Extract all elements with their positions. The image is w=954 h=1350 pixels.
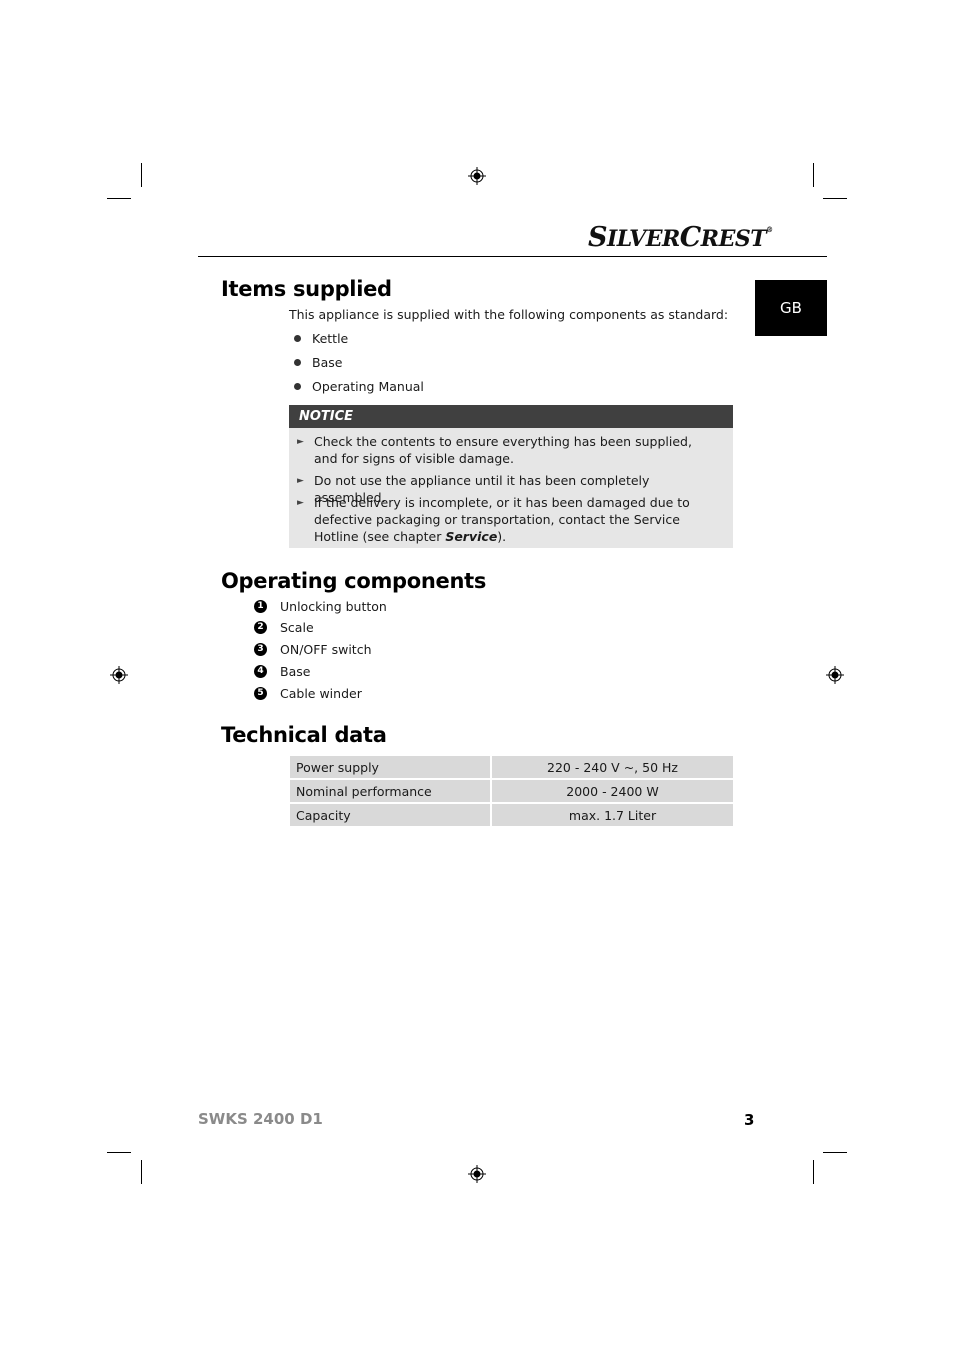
component-label: Base: [280, 664, 311, 679]
page-number: 3: [744, 1111, 755, 1129]
bullet-icon: [294, 335, 301, 342]
notice-point-tail: ).: [497, 529, 507, 544]
triangle-right-icon: ►: [297, 498, 304, 508]
number-badge-icon: 2: [254, 621, 267, 634]
language-tab: GB: [755, 280, 827, 336]
spec-key: Capacity: [290, 804, 492, 828]
notice-point: Check the contents to ensure everything …: [314, 434, 692, 466]
crop-mark: [823, 198, 847, 199]
list-item: Kettle: [312, 331, 349, 346]
list-item: Operating Manual: [312, 379, 424, 394]
notice-title: NOTICE: [289, 405, 733, 428]
number-badge-icon: 4: [254, 665, 267, 678]
crop-mark: [823, 1152, 847, 1153]
section-title-items-supplied: Items supplied: [221, 277, 392, 301]
crop-mark: [813, 1160, 814, 1184]
table-row: Capacity max. 1.7 Liter: [290, 804, 733, 828]
spec-key: Nominal performance: [290, 780, 492, 804]
component-label: Scale: [280, 620, 314, 635]
number-badge-icon: 3: [254, 643, 267, 656]
crop-mark: [141, 163, 142, 187]
spec-value: max. 1.7 Liter: [492, 804, 733, 828]
section-title-operating-components: Operating components: [221, 569, 487, 593]
crop-mark: [141, 1160, 142, 1184]
crop-mark: [813, 163, 814, 187]
number-badge-icon: 5: [254, 687, 267, 700]
brand-logo: SILVERCREST®: [588, 222, 773, 253]
registration-mark-icon: [468, 167, 486, 185]
registration-mark-icon: [826, 666, 844, 684]
notice-point: If the delivery is incomplete, or it has…: [314, 494, 719, 545]
list-item: Base: [312, 355, 343, 370]
component-label: Cable winder: [280, 686, 362, 701]
bullet-icon: [294, 359, 301, 366]
crop-mark: [107, 198, 131, 199]
component-label: Unlocking button: [280, 599, 387, 614]
table-row: Nominal performance 2000 - 2400 W: [290, 780, 733, 804]
items-supplied-intro: This appliance is supplied with the foll…: [289, 307, 729, 322]
crop-mark: [107, 1152, 131, 1153]
notice-box: NOTICE ► Check the contents to ensure ev…: [289, 405, 733, 548]
header-divider: [198, 256, 827, 257]
technical-data-table: Power supply 220 - 240 V ~, 50 Hz Nomina…: [290, 756, 733, 828]
section-title-technical-data: Technical data: [221, 723, 387, 747]
component-label: ON/OFF switch: [280, 642, 372, 657]
table-row: Power supply 220 - 240 V ~, 50 Hz: [290, 756, 733, 780]
language-tab-label: GB: [780, 299, 802, 317]
bullet-icon: [294, 383, 301, 390]
model-number: SWKS 2400 D1: [198, 1110, 323, 1128]
triangle-right-icon: ►: [297, 476, 304, 486]
spec-value: 220 - 240 V ~, 50 Hz: [492, 756, 733, 780]
spec-value: 2000 - 2400 W: [492, 780, 733, 804]
triangle-right-icon: ►: [297, 437, 304, 447]
registration-mark-icon: [110, 666, 128, 684]
number-badge-icon: 1: [254, 600, 267, 613]
chapter-reference: Service: [445, 529, 498, 544]
registration-mark-icon: [468, 1165, 486, 1183]
spec-key: Power supply: [290, 756, 492, 780]
